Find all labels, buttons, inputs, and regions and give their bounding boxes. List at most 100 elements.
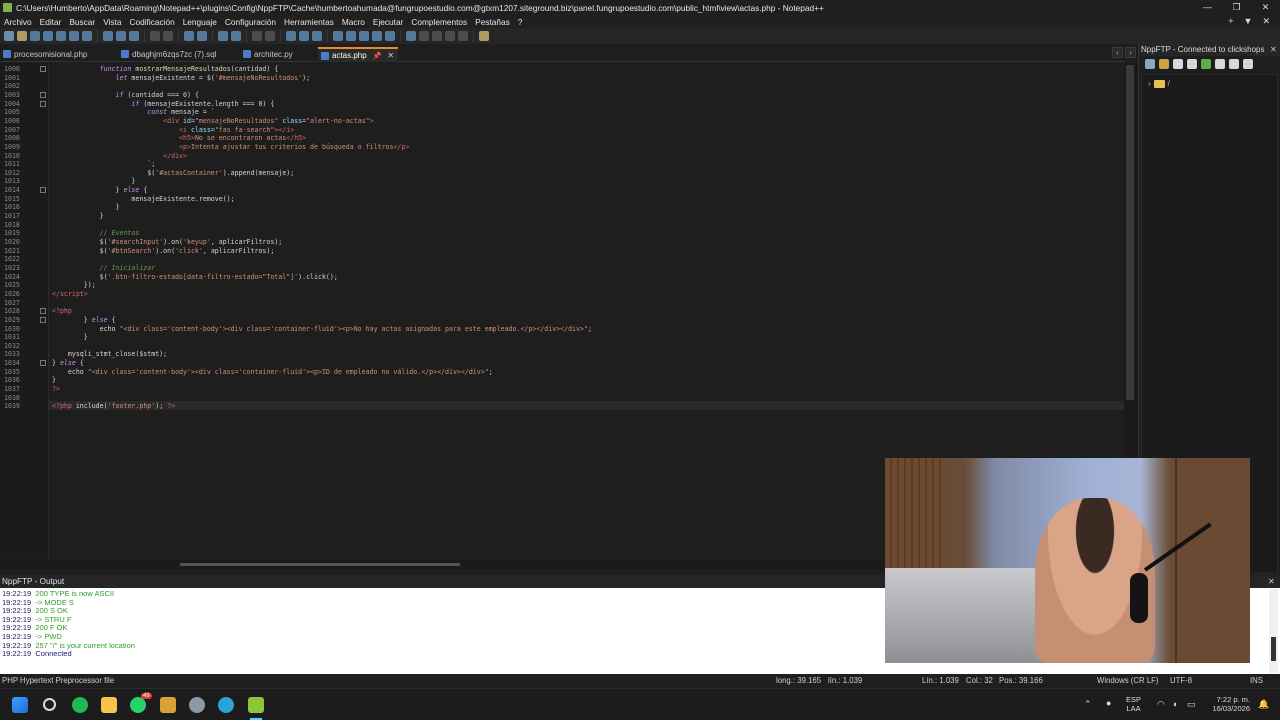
close-file-icon[interactable]: [56, 31, 66, 41]
fold-marker-icon[interactable]: [40, 66, 46, 72]
code-line[interactable]: }: [52, 333, 88, 341]
close-button[interactable]: ✕: [1251, 0, 1280, 15]
fold-marker-icon[interactable]: [40, 91, 46, 98]
microphone-tray-icon[interactable]: ●: [1106, 699, 1111, 708]
save-icon[interactable]: [30, 31, 40, 41]
code-line[interactable]: $('.btn-filtro-estado[data-filtro-estado…: [52, 273, 338, 281]
monitoring-icon[interactable]: [385, 31, 395, 41]
save-all-icon[interactable]: [43, 31, 53, 41]
code-line[interactable]: // Eventos: [52, 229, 140, 237]
record-macro-icon[interactable]: [406, 31, 416, 41]
clock[interactable]: 7:22 p. m. 16/03/2026: [1206, 695, 1250, 713]
xml-tags-icon[interactable]: [333, 31, 343, 41]
copy-icon[interactable]: [116, 31, 126, 41]
fold-marker-icon[interactable]: [40, 100, 46, 107]
menu-right-control[interactable]: ✕: [1262, 15, 1270, 28]
code-line[interactable]: <?php include('footer.php'); ?>: [52, 402, 175, 410]
search-icon[interactable]: [43, 698, 56, 711]
code-line[interactable]: }: [52, 177, 135, 185]
code-line[interactable]: // Inicializar: [52, 264, 156, 272]
file-tab[interactable]: actas.php 📌 ✕: [318, 47, 398, 62]
ftp-refresh-icon[interactable]: [1201, 59, 1211, 69]
pin-icon[interactable]: 📌: [373, 52, 382, 60]
indent-guide-icon[interactable]: [312, 31, 322, 41]
menu-item[interactable]: Ejecutar: [373, 17, 403, 27]
ftp-upload-icon[interactable]: [1187, 59, 1197, 69]
zoom-in-icon[interactable]: [218, 31, 228, 41]
scrollbar-thumb[interactable]: [1271, 637, 1276, 661]
settings-gear-icon[interactable]: [189, 697, 205, 713]
scrollbar-thumb[interactable]: [180, 563, 460, 566]
menu-item[interactable]: Editar: [40, 17, 62, 27]
code-line[interactable]: ?>: [52, 385, 60, 393]
status-eol[interactable]: Windows (CR LF): [1097, 675, 1159, 687]
code-line[interactable]: }: [52, 212, 104, 220]
ftp-download-icon[interactable]: [1173, 59, 1183, 69]
code-line[interactable]: echo "<div class='content-body'><div cla…: [52, 325, 592, 333]
battery-icon[interactable]: ▭: [1187, 700, 1196, 709]
file-explorer-icon[interactable]: [101, 697, 117, 713]
code-line[interactable]: <p>Intenta ajustar tus criterios de búsq…: [52, 143, 409, 151]
spotify-icon[interactable]: [72, 697, 88, 713]
tray-overflow-icon[interactable]: ⌃: [1084, 700, 1092, 709]
code-line[interactable]: $('#actasContainer').append(mensaje);: [52, 169, 294, 177]
play-macro-icon[interactable]: [432, 31, 442, 41]
status-encoding[interactable]: UTF-8: [1170, 675, 1192, 687]
code-line[interactable]: $('#btnSearch').on('click', aplicarFiltr…: [52, 247, 275, 255]
run-macro-multiple-icon[interactable]: [445, 31, 455, 41]
open-file-icon[interactable]: [17, 31, 27, 41]
function-list-icon[interactable]: [359, 31, 369, 41]
find-icon[interactable]: [184, 31, 194, 41]
ftp-folder-icon[interactable]: [1159, 59, 1169, 69]
nppftp-show-icon[interactable]: [479, 31, 489, 41]
menu-item[interactable]: Configuración: [225, 17, 276, 27]
ftp-connect-icon[interactable]: [1145, 59, 1155, 69]
menu-item[interactable]: Archivo: [4, 17, 32, 27]
code-line[interactable]: } else {: [52, 359, 84, 367]
paste-icon[interactable]: [129, 31, 139, 41]
replace-icon[interactable]: [197, 31, 207, 41]
tab-scroll-left-icon[interactable]: ‹: [1112, 47, 1123, 58]
output-close-icon[interactable]: ✕: [1268, 575, 1280, 588]
code-line[interactable]: let mensajeExistente = $('#mensajeNoResu…: [52, 74, 311, 82]
menu-item[interactable]: Vista: [103, 17, 121, 27]
code-line[interactable]: </script>: [52, 290, 88, 298]
menu-item[interactable]: ?: [518, 17, 523, 27]
code-line[interactable]: if (mensajeExistente.length === 0) {: [52, 100, 274, 108]
notification-bell-icon[interactable]: 🔔: [1258, 700, 1269, 709]
expand-arrow-icon[interactable]: ›: [1148, 79, 1151, 88]
word-wrap-icon[interactable]: [286, 31, 296, 41]
cut-icon[interactable]: [103, 31, 113, 41]
menu-item[interactable]: Lenguaje: [183, 17, 217, 27]
sync-vertical-icon[interactable]: [252, 31, 262, 41]
code-line[interactable]: </div>: [52, 152, 187, 160]
folder-workspace-icon[interactable]: [372, 31, 382, 41]
app-icon[interactable]: [160, 697, 176, 713]
code-line[interactable]: echo "<div class='content-body'><div cla…: [52, 368, 493, 376]
redo-icon[interactable]: [163, 31, 173, 41]
code-line[interactable]: } else {: [52, 316, 116, 324]
code-line[interactable]: <?php: [52, 307, 72, 315]
zoom-out-icon[interactable]: [231, 31, 241, 41]
menu-item[interactable]: Macro: [342, 17, 365, 27]
fold-marker-icon[interactable]: [40, 316, 46, 323]
ftp-root-node[interactable]: › /: [1148, 79, 1170, 88]
file-tab[interactable]: dbaghjm6zqs7zc (7).sql: [118, 47, 240, 62]
tab-scroll-right-icon[interactable]: ›: [1125, 47, 1136, 58]
fold-marker-icon[interactable]: [40, 308, 46, 315]
minimize-button[interactable]: —: [1193, 0, 1222, 15]
menu-item[interactable]: Buscar: [69, 17, 95, 27]
code-line[interactable]: function mostrarMensajeResultados(cantid…: [52, 65, 279, 73]
fold-marker-icon[interactable]: [40, 187, 46, 194]
notepadpp-taskbar-icon[interactable]: [248, 697, 264, 713]
code-line[interactable]: const mensaje = `: [52, 108, 215, 116]
maximize-button[interactable]: ❐: [1222, 0, 1251, 15]
print-icon[interactable]: [82, 31, 92, 41]
volume-icon[interactable]: ◖: [1172, 700, 1177, 709]
edge-browser-icon[interactable]: [218, 697, 234, 713]
save-macro-icon[interactable]: [458, 31, 468, 41]
ftp-settings-icon[interactable]: [1229, 59, 1239, 69]
code-line[interactable]: mysqli_stmt_close($stmt);: [52, 350, 167, 358]
menu-item[interactable]: Herramientas: [284, 17, 334, 27]
close-all-icon[interactable]: [69, 31, 79, 41]
